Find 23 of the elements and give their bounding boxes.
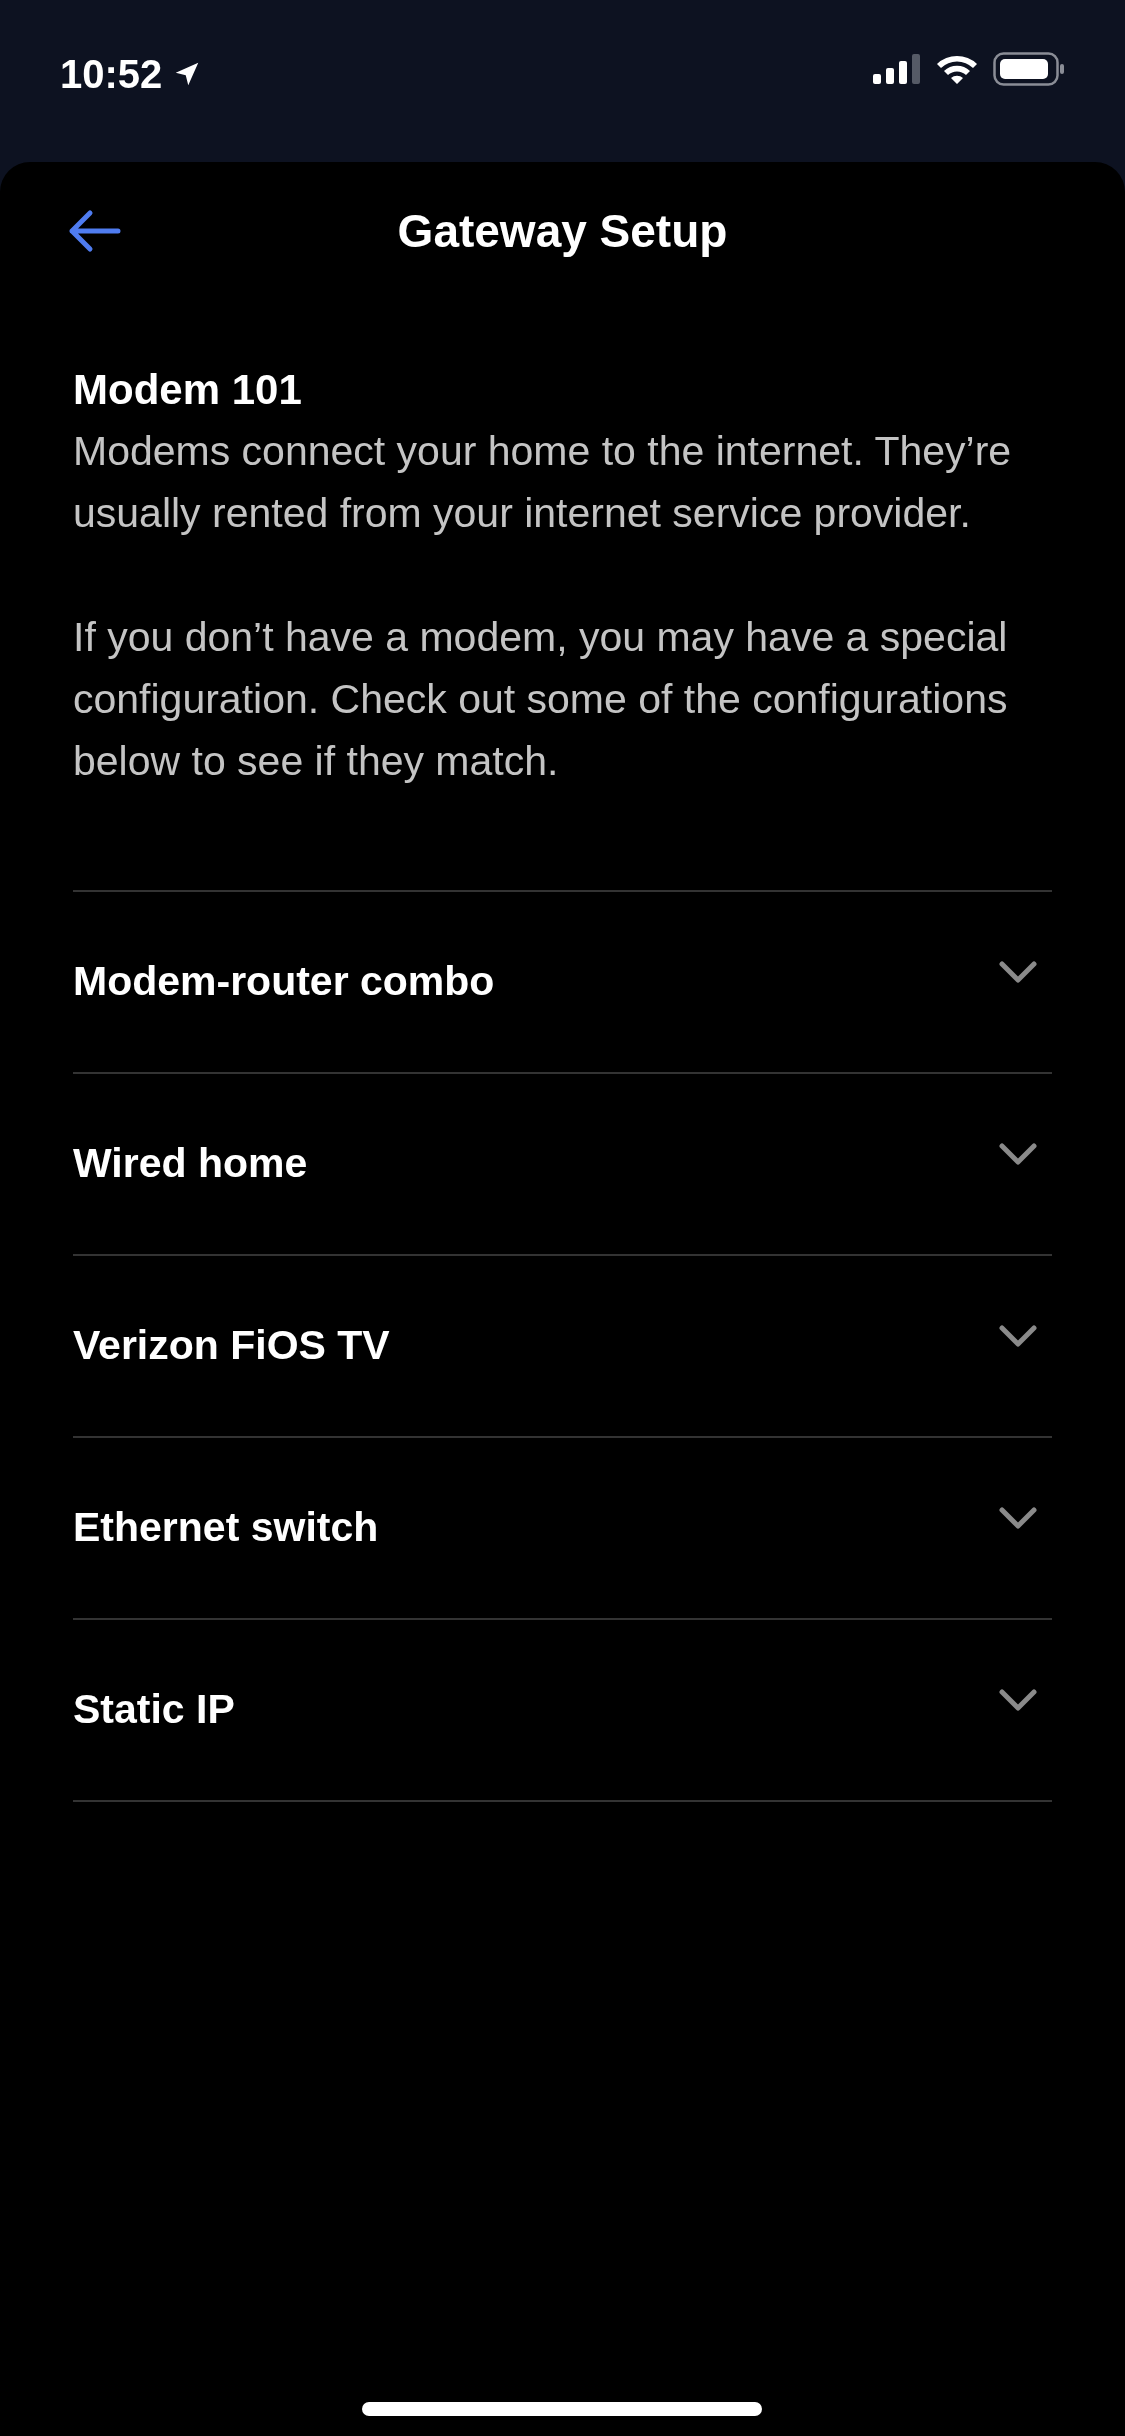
battery-icon <box>993 52 1065 86</box>
chevron-down-icon <box>998 1688 1038 1712</box>
section-heading: Modem 101 <box>73 365 303 415</box>
chevron-down-icon <box>998 1324 1038 1348</box>
accordion-label: Ethernet switch <box>73 1503 379 1553</box>
wifi-icon <box>935 53 979 85</box>
intro-paragraph: If you don’t have a modem, you may have a special configuration. Check out some of the configurations below to see if they match. <box>73 613 1009 786</box>
screen-title: Gateway Setup <box>397 203 728 259</box>
accordion-item[interactable]: Static IP <box>73 1620 1052 1802</box>
chevron-down-icon <box>998 1506 1038 1530</box>
status-time: 10:52 <box>60 51 163 98</box>
accordion-label: Wired home <box>73 1139 308 1189</box>
accordion-item[interactable]: Wired home <box>73 1074 1052 1256</box>
accordion-label: Modem-router combo <box>73 957 495 1007</box>
accordion-item[interactable]: Ethernet switch <box>73 1438 1052 1620</box>
intro-paragraph: Modems connect your home to the internet. They’re usually rented from your internet service provider. <box>73 427 1013 538</box>
accordion-item[interactable]: Verizon FiOS TV <box>73 1256 1052 1438</box>
chevron-down-icon <box>998 1142 1038 1166</box>
signal-icon <box>873 54 921 84</box>
accordion-label: Verizon FiOS TV <box>73 1321 390 1371</box>
chevron-down-icon <box>998 960 1038 984</box>
accordion-label: Static IP <box>73 1685 235 1735</box>
accordion-item[interactable]: Modem-router combo <box>73 892 1052 1074</box>
